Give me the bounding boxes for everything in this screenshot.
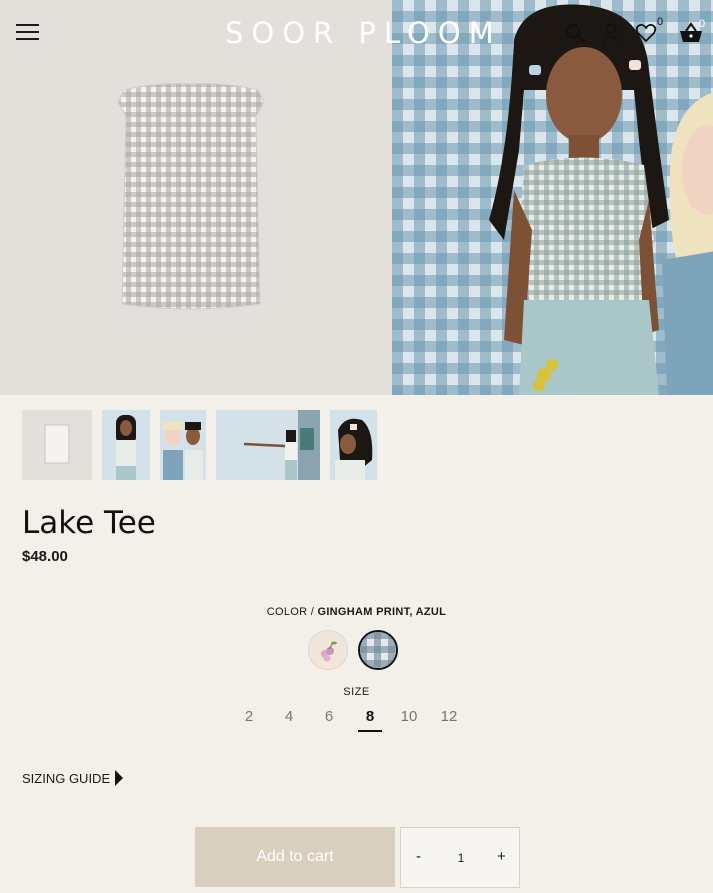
menu-icon[interactable] [16,24,39,42]
product-price: $48.00 [22,548,68,565]
color-swatch-gingham-azul[interactable] [358,630,398,670]
sizing-guide-label: SIZING GUIDE [22,770,111,786]
quantity-stepper: - 1 + [400,827,520,888]
product-hero-gallery [0,0,713,395]
heart-icon[interactable] [635,22,657,44]
color-value: GINGHAM PRINT, AZUL [317,606,447,618]
flower-icon [321,641,337,662]
caret-right-icon [115,770,124,786]
cart-count-badge: 0 [699,18,706,30]
size-option-12[interactable]: 12 [437,708,461,725]
quantity-decrease-button[interactable]: - [416,848,421,865]
thumbnail-2[interactable] [102,410,150,480]
quantity-increase-button[interactable]: + [497,848,506,865]
size-option-6[interactable]: 6 [317,708,341,725]
color-label: COLOR / GINGHAM PRINT, AZUL [0,606,713,618]
color-swatch-floral[interactable] [308,630,348,670]
brand-logo[interactable]: SOOR PLOOM [225,16,495,50]
selected-size-underline [358,730,382,732]
size-option-4[interactable]: 4 [277,708,301,725]
size-option-8[interactable]: 8 [358,708,382,725]
hero-image-model [392,0,713,395]
wishlist-count-badge: 0 [657,16,664,28]
add-to-cart-button[interactable]: Add to cart [195,827,395,887]
thumbnail-1[interactable] [22,410,92,480]
sizing-guide-link[interactable]: SIZING GUIDE [22,770,124,786]
thumbnail-3[interactable] [160,410,206,480]
size-option-10[interactable]: 10 [397,708,421,725]
model2-illustration [662,92,713,395]
thumbnail-5[interactable] [330,410,377,480]
product-title: Lake Tee [22,505,156,541]
color-label-prefix: COLOR / [266,606,318,618]
hero-image-flat-tee [0,0,392,395]
search-icon[interactable] [564,22,586,44]
size-label: SIZE [343,686,370,698]
size-option-2[interactable]: 2 [237,708,261,725]
model-illustration [489,4,669,395]
thumbnail-4[interactable] [216,410,320,480]
gingham-pattern-icon [360,632,396,668]
tee-flat-image [117,83,265,310]
quantity-value[interactable]: 1 [441,851,481,865]
account-icon[interactable] [600,22,622,44]
